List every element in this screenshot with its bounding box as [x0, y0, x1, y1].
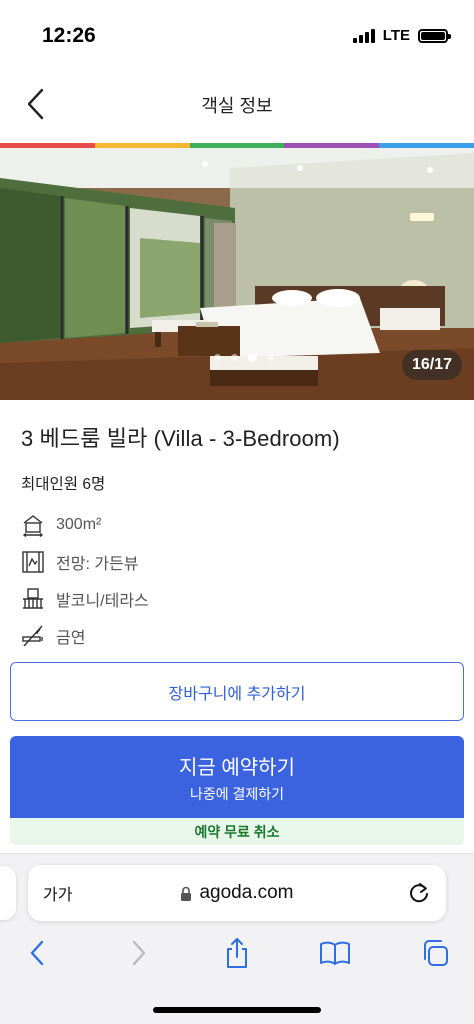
battery-icon [418, 28, 451, 43]
amenity-list: 300m² 전망: 가든뷰 발코니/테라스 금연 [20, 506, 149, 654]
browser-chrome: 가가 agoda.com [0, 854, 474, 1024]
status-time: 12:26 [42, 24, 96, 47]
browser-back-button[interactable] [20, 936, 54, 970]
status-indicators: LTE [352, 27, 451, 44]
amenity-label: 전망: 가든뷰 [56, 555, 139, 573]
amenity-item: 금연 [20, 617, 149, 654]
url-display[interactable]: agoda.com [28, 882, 446, 904]
tabs-button[interactable] [418, 936, 452, 970]
gallery-dot[interactable] [267, 354, 274, 361]
room-title: 3 베드룸 빌라 (Villa - 3-Bedroom) [21, 426, 340, 451]
room-photo-gallery[interactable]: 16/17 [0, 148, 474, 400]
address-bar[interactable]: 가가 agoda.com [28, 865, 446, 921]
book-now-button[interactable]: 지금 예약하기 나중에 결제하기 [10, 736, 464, 818]
reload-icon [410, 883, 428, 903]
amenity-label: 300m² [56, 515, 102, 533]
max-guests: 최대인원 6명 [21, 476, 106, 493]
free-cancellation-badge: 예약 무료 취소 [10, 818, 464, 845]
pay-later-label: 나중에 결제하기 [189, 785, 285, 802]
booking-panel: 지금 예약하기 나중에 결제하기 예약 무료 취소 [10, 736, 464, 845]
amenity-item: 300m² [20, 506, 149, 543]
previous-tab-preview[interactable] [0, 866, 16, 920]
forward-icon [132, 940, 146, 966]
network-type: LTE [382, 27, 410, 44]
app-header: 객실 정보 [0, 72, 474, 144]
share-icon [227, 938, 247, 968]
signal-icon [352, 28, 375, 43]
tabs-icon [424, 940, 448, 966]
room-size-icon [20, 512, 46, 538]
photo-counter: 16/17 [401, 350, 462, 380]
browser-forward-button[interactable] [122, 936, 156, 970]
no-smoking-icon [20, 623, 46, 649]
gallery-dot[interactable] [231, 354, 238, 361]
browser-toolbar [0, 932, 474, 974]
reload-button[interactable] [406, 880, 432, 906]
amenity-item: 전망: 가든뷰 [20, 543, 149, 580]
amenity-item: 발코니/테라스 [20, 580, 149, 617]
page-title: 객실 정보 [201, 96, 273, 116]
view-icon [20, 549, 46, 575]
url-text: agoda.com [199, 882, 294, 903]
bookmarks-icon [320, 941, 350, 965]
add-to-cart-button[interactable]: 장바구니에 추가하기 [10, 662, 464, 721]
amenity-label: 금연 [56, 629, 86, 647]
book-now-label: 지금 예약하기 [179, 756, 295, 779]
balcony-icon [20, 586, 46, 612]
status-bar: 12:26 LTE [0, 0, 474, 72]
gallery-dot[interactable] [214, 354, 221, 361]
lock-icon [181, 886, 192, 901]
back-icon [30, 940, 44, 966]
gallery-pagination[interactable] [214, 353, 274, 362]
share-button[interactable] [220, 936, 254, 970]
amenity-label: 발코니/테라스 [56, 592, 149, 610]
gallery-dot[interactable] [248, 353, 257, 362]
home-indicator [153, 1007, 321, 1013]
bookmarks-button[interactable] [318, 936, 352, 970]
